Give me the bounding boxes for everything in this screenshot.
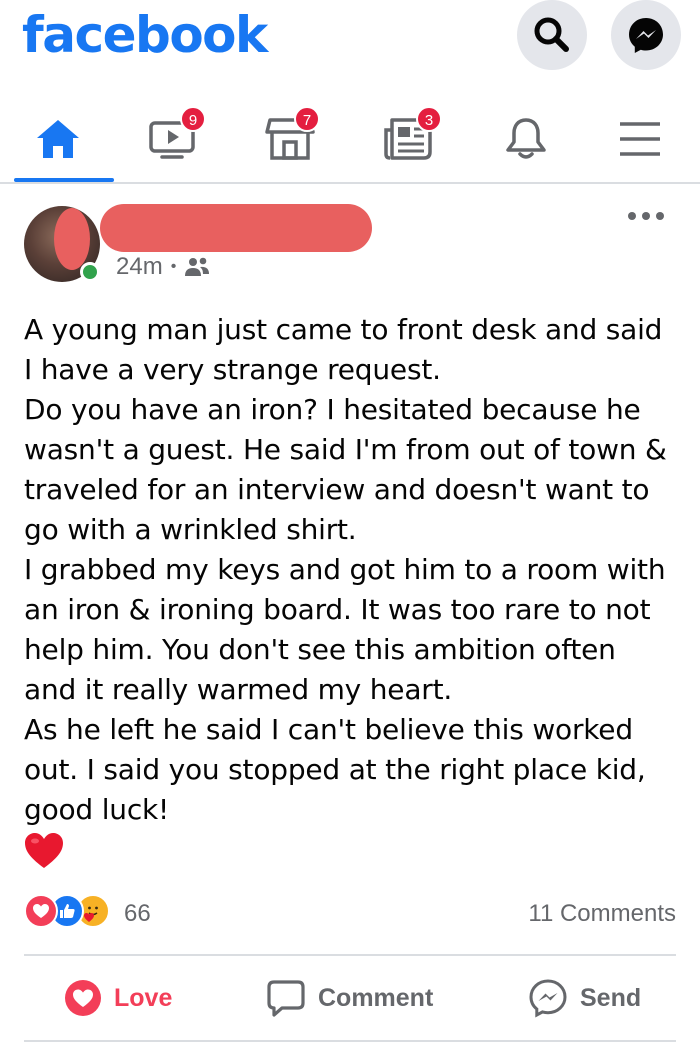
top-header: facebook	[0, 0, 700, 80]
bell-icon	[506, 118, 546, 159]
hamburger-menu-icon	[620, 122, 660, 156]
dot	[642, 212, 650, 220]
nav-bar: 9 7 3	[0, 96, 700, 184]
post-action-bar: Love Comment Send	[0, 960, 700, 1036]
separator-dot: •	[170, 258, 177, 275]
tab-news[interactable]: 3	[358, 96, 458, 182]
facebook-logo[interactable]: facebook	[22, 6, 268, 64]
heart-emoji-icon	[25, 833, 63, 868]
messenger-send-icon	[529, 979, 567, 1018]
love-icon	[65, 980, 101, 1016]
messenger-icon	[629, 18, 663, 53]
home-icon	[37, 120, 79, 158]
post-line: I grabbed my keys and got him to a room …	[24, 553, 666, 586]
love-label: Love	[114, 983, 173, 1012]
divider	[24, 1040, 676, 1042]
love-button[interactable]: Love	[64, 960, 172, 1036]
post-line: As he left he said I can't believe this …	[24, 713, 633, 746]
reactions-row: 66 11 Comments	[0, 890, 700, 936]
watch-badge: 9	[180, 106, 206, 132]
post-line: out. I said you stopped at the right pla…	[24, 753, 646, 786]
tab-notifications[interactable]	[476, 96, 576, 182]
love-reaction-icon	[24, 894, 58, 928]
post-line: an iron & ironing board. It was too rare…	[24, 593, 651, 626]
tab-home[interactable]	[8, 96, 114, 182]
post-line: traveled for an interview and doesn't wa…	[24, 473, 650, 506]
reaction-count[interactable]: 66	[124, 900, 151, 928]
post-line: Do you have an iron? I hesitated because…	[24, 393, 641, 426]
redaction-mark	[54, 208, 90, 270]
comment-button[interactable]: Comment	[266, 960, 433, 1036]
post-line: go with a wrinkled shirt.	[24, 513, 357, 546]
search-button[interactable]	[517, 0, 587, 70]
online-status-dot	[80, 262, 100, 282]
dot	[628, 212, 636, 220]
send-label: Send	[580, 983, 642, 1012]
comment-label: Comment	[318, 983, 434, 1012]
post-line: I have a very strange request.	[24, 353, 441, 386]
news-badge: 3	[416, 106, 442, 132]
post-line: wasn't a guest. He said I'm from out of …	[24, 433, 667, 466]
post-line: help him. You don't see this ambition of…	[24, 633, 616, 666]
post-meta: 24m •	[116, 253, 210, 281]
reaction-icons[interactable]	[24, 894, 110, 928]
messenger-button[interactable]	[611, 0, 681, 70]
send-button[interactable]: Send	[528, 960, 641, 1036]
post-time[interactable]: 24m	[116, 253, 163, 281]
tab-watch[interactable]: 9	[124, 96, 224, 182]
dot	[656, 212, 664, 220]
comment-icon	[267, 980, 305, 1017]
post-line: and it really warmed my heart.	[24, 673, 453, 706]
comments-count[interactable]: 11 Comments	[528, 900, 676, 928]
marketplace-badge: 7	[294, 106, 320, 132]
post-line: good luck!	[24, 793, 170, 826]
divider	[24, 954, 676, 956]
friends-icon	[185, 257, 210, 276]
more-options-icon[interactable]	[628, 210, 664, 222]
redacted-author-name[interactable]	[100, 204, 372, 252]
post-header: 24m •	[0, 200, 700, 290]
post-line: A young man just came to front desk and …	[24, 313, 663, 346]
tab-menu[interactable]	[590, 96, 690, 182]
post-body: A young man just came to front desk and …	[24, 310, 684, 830]
search-icon	[534, 17, 569, 52]
tab-marketplace[interactable]: 7	[240, 96, 340, 182]
